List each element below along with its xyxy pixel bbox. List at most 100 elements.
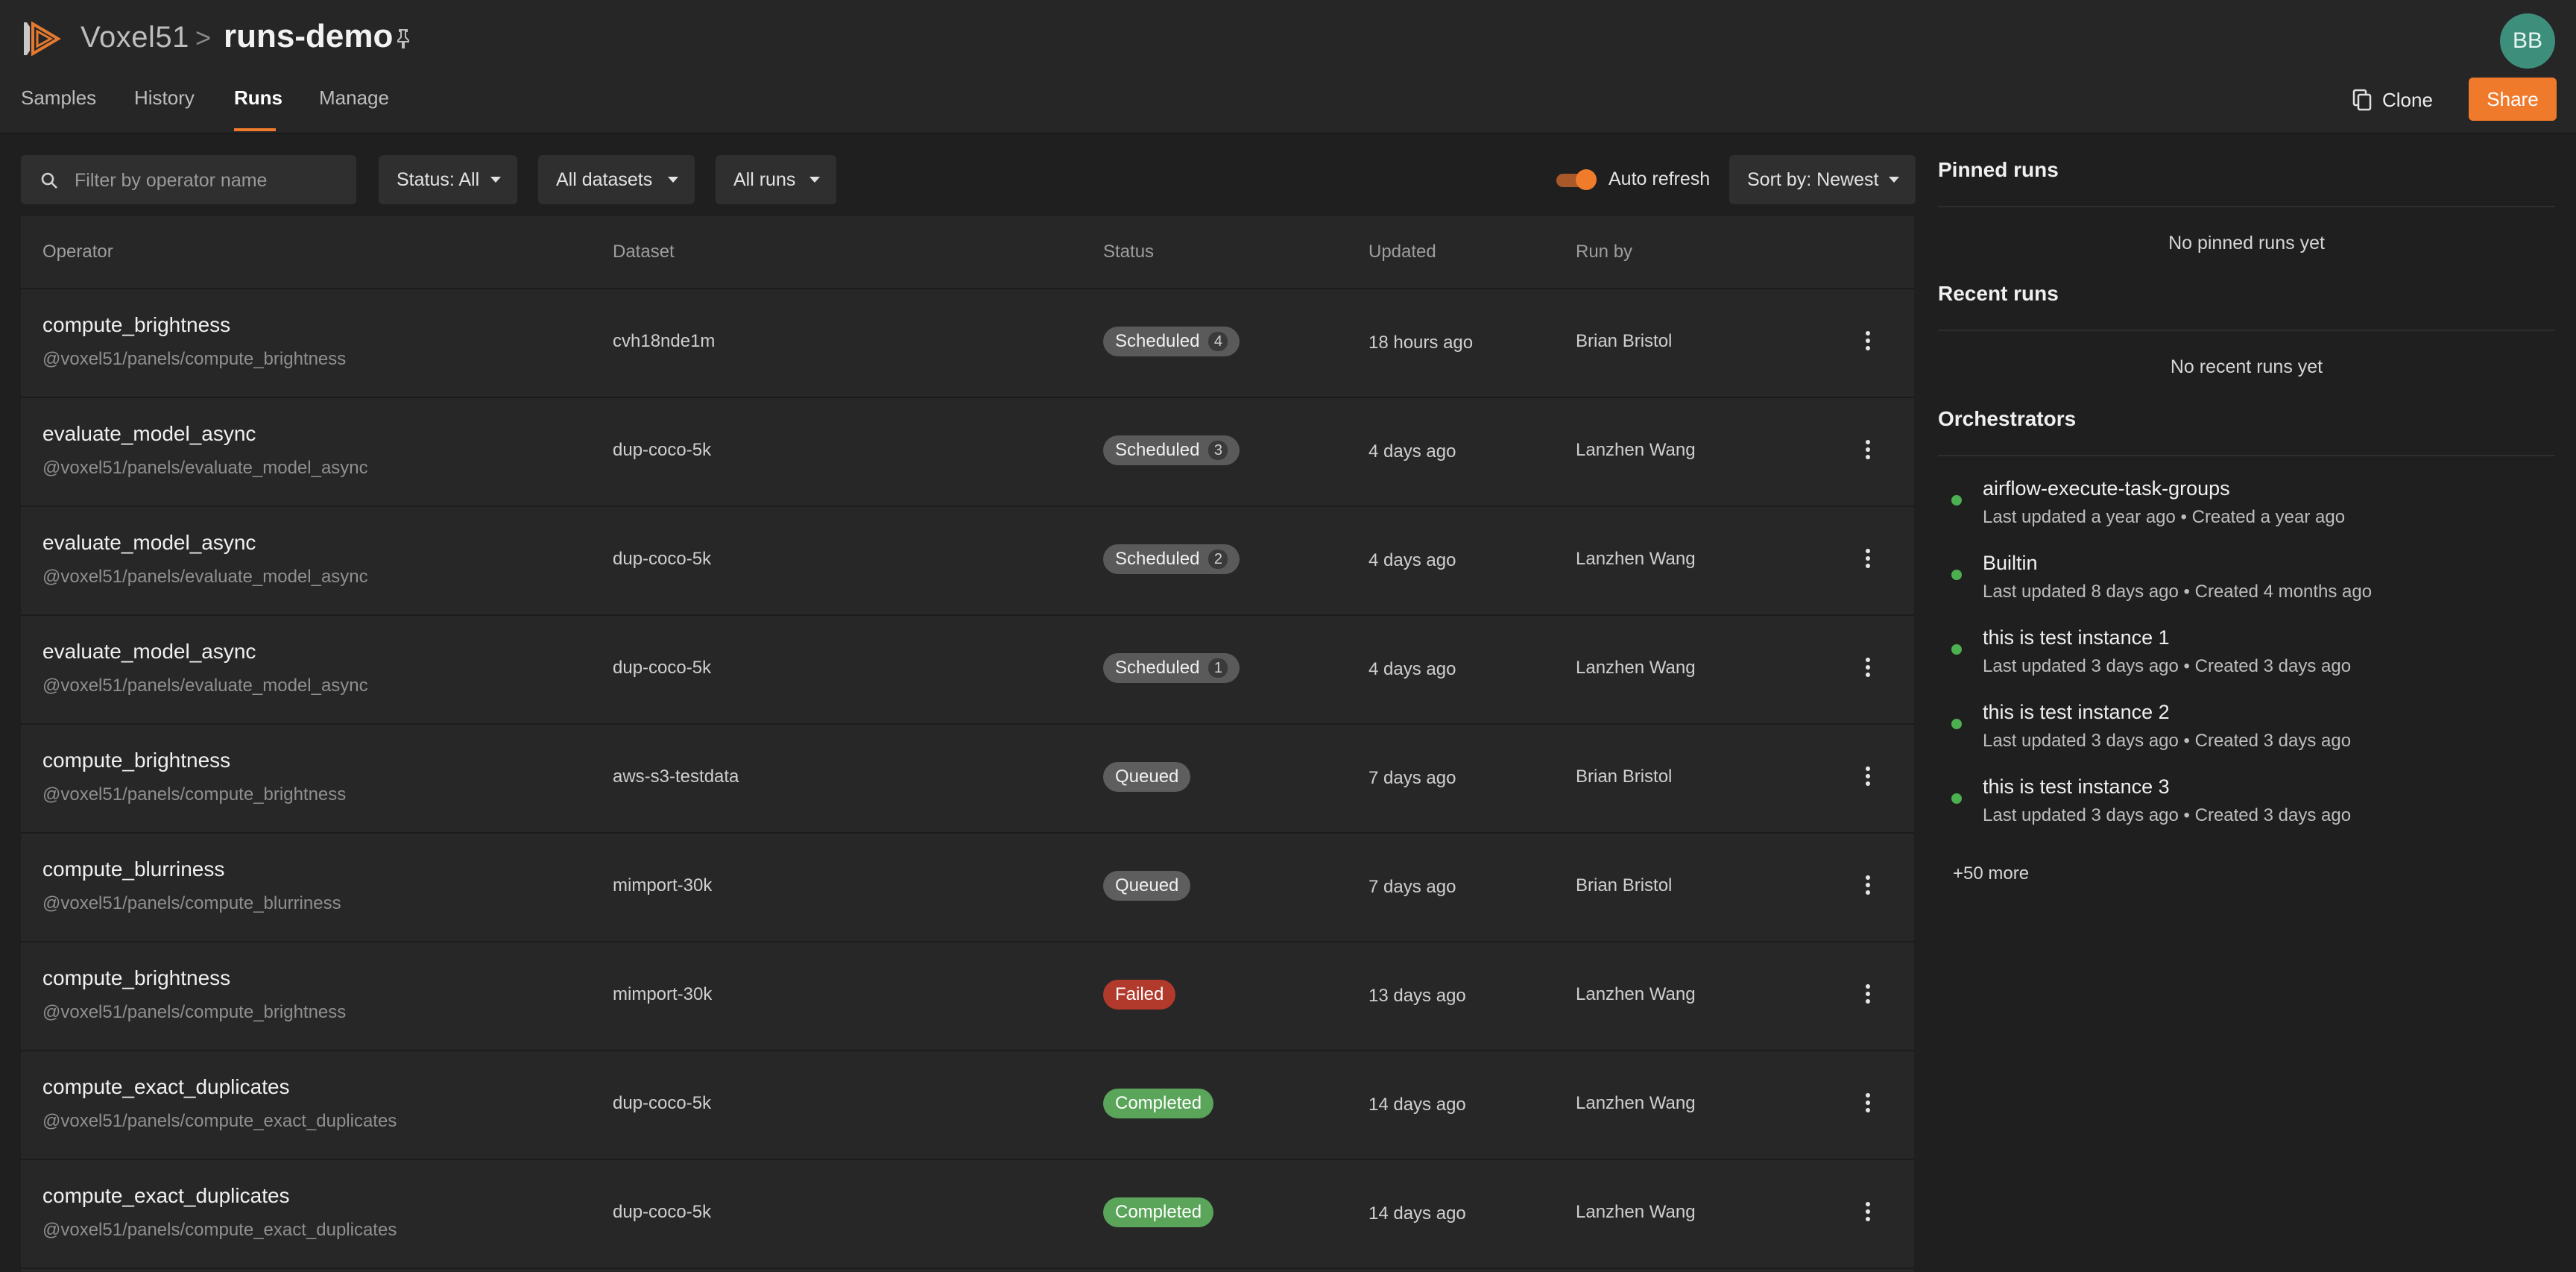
- orchestrator-meta: Last updated 8 days ago • Created 4 mont…: [1983, 582, 2373, 602]
- operator-name: compute_brightness: [42, 313, 231, 336]
- table-row[interactable]: compute_exact_duplicates @voxel51/panels/…: [21, 1050, 1914, 1160]
- orchestrator-name: this is test instance 1: [1983, 626, 2170, 649]
- column-header-operator[interactable]: Operator: [42, 242, 113, 262]
- run-by-cell: Brian Bristol: [1576, 766, 1673, 787]
- orchestrator-meta: Last updated 3 days ago • Created 3 days…: [1983, 805, 2352, 825]
- pinned-runs-empty: No pinned runs yet: [2168, 233, 2325, 254]
- table-row[interactable]: evaluate_model_async @voxel51/panels/eval…: [21, 614, 1914, 725]
- status-badge: Scheduled 2: [1103, 544, 1240, 574]
- copy-icon: [2352, 89, 2372, 111]
- operator-name: compute_blurriness: [42, 857, 225, 881]
- more-vert-icon[interactable]: [1863, 983, 1872, 1005]
- clone-button[interactable]: Clone: [2352, 84, 2433, 116]
- brand-name[interactable]: Voxel51: [80, 21, 189, 54]
- dataset-cell: mimport-30k: [613, 984, 713, 1004]
- status-label: Scheduled: [1115, 658, 1200, 678]
- column-header-updated[interactable]: Updated: [1368, 242, 1436, 262]
- orchestrator-item[interactable]: this is test instance 1 Last updated 3 da…: [1938, 626, 2555, 698]
- status-label: Queued: [1115, 766, 1179, 787]
- voxel51-logo-icon[interactable]: [19, 16, 64, 61]
- status-badge: Completed: [1103, 1089, 1214, 1118]
- status-filter-dropdown[interactable]: Status: All: [379, 155, 517, 204]
- toggle-knob: [1576, 169, 1597, 190]
- column-header-run-by[interactable]: Run by: [1576, 242, 1632, 262]
- tab-runs[interactable]: Runs: [234, 86, 282, 110]
- run-by-cell: Brian Bristol: [1576, 331, 1673, 351]
- operator-name: evaluate_model_async: [42, 422, 256, 445]
- share-button[interactable]: Share: [2469, 78, 2557, 121]
- dataset-cell: dup-coco-5k: [613, 549, 712, 569]
- operator-name: compute_brightness: [42, 749, 231, 772]
- search-input[interactable]: [73, 164, 344, 197]
- more-vert-icon[interactable]: [1863, 656, 1872, 678]
- status-label: Failed: [1115, 984, 1164, 1004]
- orchestrator-name: this is test instance 3: [1983, 775, 2170, 798]
- operator-path: @voxel51/panels/evaluate_model_async: [42, 458, 368, 478]
- operator-name: compute_exact_duplicates: [42, 1075, 290, 1098]
- orchestrator-item[interactable]: this is test instance 3 Last updated 3 da…: [1938, 775, 2555, 847]
- orchestrator-name: Builtin: [1983, 552, 2038, 574]
- orchestrator-item[interactable]: Builtin Last updated 8 days ago • Created…: [1938, 552, 2555, 623]
- more-vert-icon[interactable]: [1863, 874, 1872, 896]
- dataset-name[interactable]: runs-demo: [224, 18, 393, 55]
- runs-filter-dropdown[interactable]: All runs: [716, 155, 836, 204]
- divider: [1938, 455, 2555, 456]
- orchestrator-item[interactable]: airflow-execute-task-groups Last updated …: [1938, 477, 2555, 549]
- run-by-cell: Lanzhen Wang: [1576, 440, 1696, 460]
- datasets-filter-dropdown[interactable]: All datasets: [538, 155, 695, 204]
- status-label: Completed: [1115, 1093, 1202, 1113]
- more-orchestrators-link[interactable]: +50 more: [1953, 863, 2029, 884]
- updated-cell: 18 hours ago: [1368, 333, 1474, 353]
- operator-path: @voxel51/panels/compute_blurriness: [42, 893, 341, 913]
- clone-label: Clone: [2382, 88, 2433, 111]
- operator-name: evaluate_model_async: [42, 531, 256, 554]
- table-row[interactable]: compute_brightness @voxel51/panels/comput…: [21, 941, 1914, 1051]
- status-badge: Failed: [1103, 980, 1176, 1010]
- orchestrator-name: airflow-execute-task-groups: [1983, 477, 2230, 500]
- run-by-cell: Lanzhen Wang: [1576, 658, 1696, 678]
- tab-samples[interactable]: Samples: [21, 86, 96, 110]
- more-vert-icon[interactable]: [1863, 547, 1872, 570]
- table-row[interactable]: compute_brightness @voxel51/panels/comput…: [21, 288, 1914, 398]
- status-dot-icon: [1951, 793, 1962, 804]
- more-vert-icon[interactable]: [1863, 330, 1872, 352]
- dataset-cell: dup-coco-5k: [613, 1093, 712, 1113]
- more-vert-icon[interactable]: [1863, 1200, 1872, 1223]
- orchestrator-name: this is test instance 2: [1983, 701, 2170, 723]
- sort-dropdown[interactable]: Sort by: Newest: [1729, 155, 1916, 204]
- table-row[interactable]: evaluate_model_async @voxel51/panels/eval…: [21, 397, 1914, 507]
- operator-path: @voxel51/panels/evaluate_model_async: [42, 676, 368, 696]
- user-avatar[interactable]: BB: [2500, 13, 2555, 69]
- pin-icon[interactable]: [394, 28, 413, 49]
- table-row[interactable]: compute_blurriness @voxel51/panels/comput…: [21, 832, 1914, 942]
- operator-name: compute_brightness: [42, 966, 231, 989]
- auto-refresh-label: Auto refresh: [1609, 169, 1711, 189]
- operator-search[interactable]: [21, 155, 356, 204]
- table-row[interactable]: compute_brightness @voxel51/panels/comput…: [21, 723, 1914, 834]
- status-label: Completed: [1115, 1202, 1202, 1222]
- more-vert-icon[interactable]: [1863, 1092, 1872, 1114]
- more-vert-icon[interactable]: [1863, 438, 1872, 461]
- status-count: 1: [1208, 658, 1228, 678]
- more-vert-icon[interactable]: [1863, 765, 1872, 787]
- datasets-filter-label: All datasets: [556, 169, 653, 190]
- run-by-cell: Lanzhen Wang: [1576, 549, 1696, 569]
- recent-runs-empty: No recent runs yet: [2170, 356, 2323, 377]
- status-badge: Scheduled 4: [1103, 327, 1240, 356]
- status-filter-label: Status: All: [397, 169, 480, 190]
- table-row[interactable]: evaluate_model_async @voxel51/panels/eval…: [21, 506, 1914, 616]
- tab-manage[interactable]: Manage: [319, 86, 389, 110]
- pinned-runs-title: Pinned runs: [1938, 158, 2059, 181]
- status-badge: Scheduled 1: [1103, 653, 1240, 683]
- search-icon: [41, 172, 57, 189]
- status-badge: Scheduled 3: [1103, 435, 1240, 465]
- tab-history[interactable]: History: [134, 86, 195, 110]
- dataset-cell: cvh18nde1m: [613, 331, 716, 351]
- chevron-down-icon: [809, 177, 820, 183]
- column-header-dataset[interactable]: Dataset: [613, 242, 675, 262]
- orchestrator-item[interactable]: this is test instance 2 Last updated 3 da…: [1938, 701, 2555, 772]
- status-label: Queued: [1115, 875, 1179, 895]
- column-header-status[interactable]: Status: [1103, 242, 1154, 262]
- table-row[interactable]: compute_exact_duplicates @voxel51/panels/…: [21, 1159, 1914, 1269]
- auto-refresh-toggle[interactable]: [1556, 169, 1597, 190]
